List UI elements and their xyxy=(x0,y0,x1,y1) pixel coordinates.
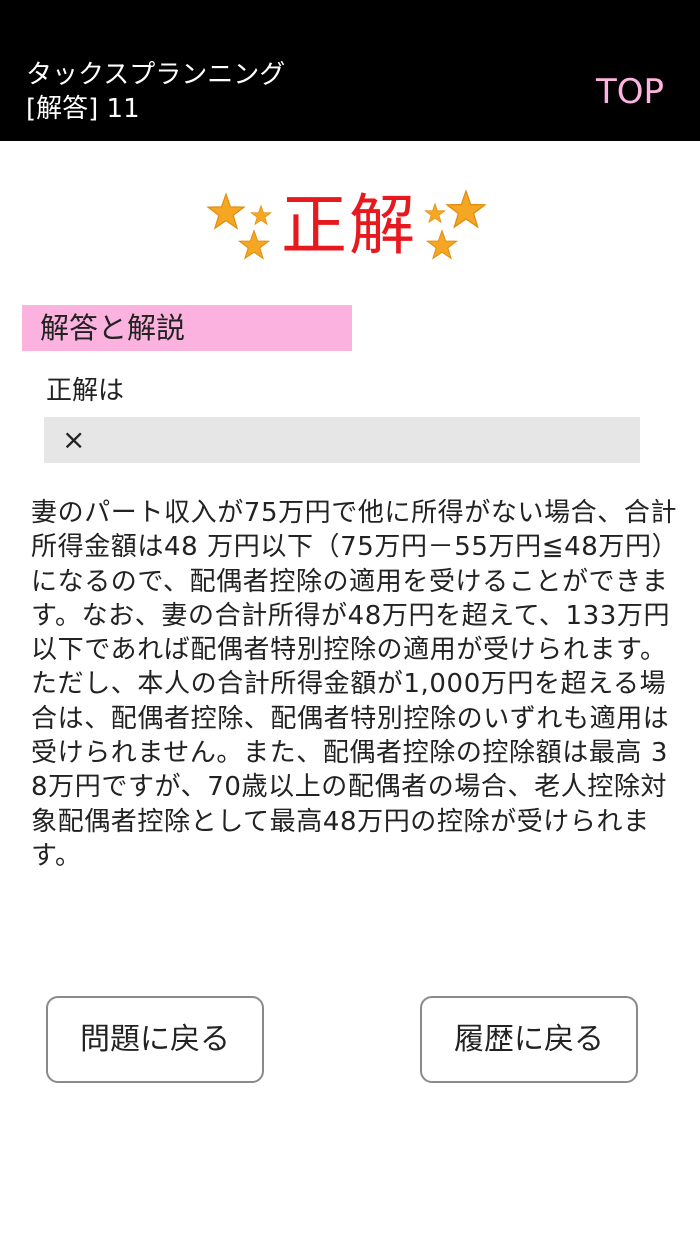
answer-label: 正解は xyxy=(46,376,125,406)
star-icon xyxy=(445,190,487,229)
star-icon xyxy=(238,229,270,260)
header-category: タックスプランニング xyxy=(26,60,286,90)
back-to-history-button[interactable]: 履歴に戻る xyxy=(420,996,638,1083)
star-icon xyxy=(250,204,272,226)
section-heading: 解答と解説 xyxy=(22,305,352,351)
header-question-number: [解答] 11 xyxy=(26,94,140,124)
explanation-text: 妻のパート収入が75万円で他に所得がない場合、合計所得金額は48 万円以下（75… xyxy=(31,498,679,871)
header-title: タックスプランニング [解答] 11 xyxy=(26,58,285,126)
back-to-question-button[interactable]: 問題に戻る xyxy=(46,996,264,1083)
correct-badge: 正解 xyxy=(204,180,494,276)
star-icon xyxy=(206,193,246,230)
answer-value: × xyxy=(44,417,640,463)
star-icon xyxy=(426,229,458,260)
correct-label: 正解 xyxy=(281,187,417,264)
star-icon xyxy=(424,202,446,224)
header-bar: タックスプランニング [解答] 11 TOP xyxy=(0,0,700,141)
top-link[interactable]: TOP xyxy=(596,72,664,112)
